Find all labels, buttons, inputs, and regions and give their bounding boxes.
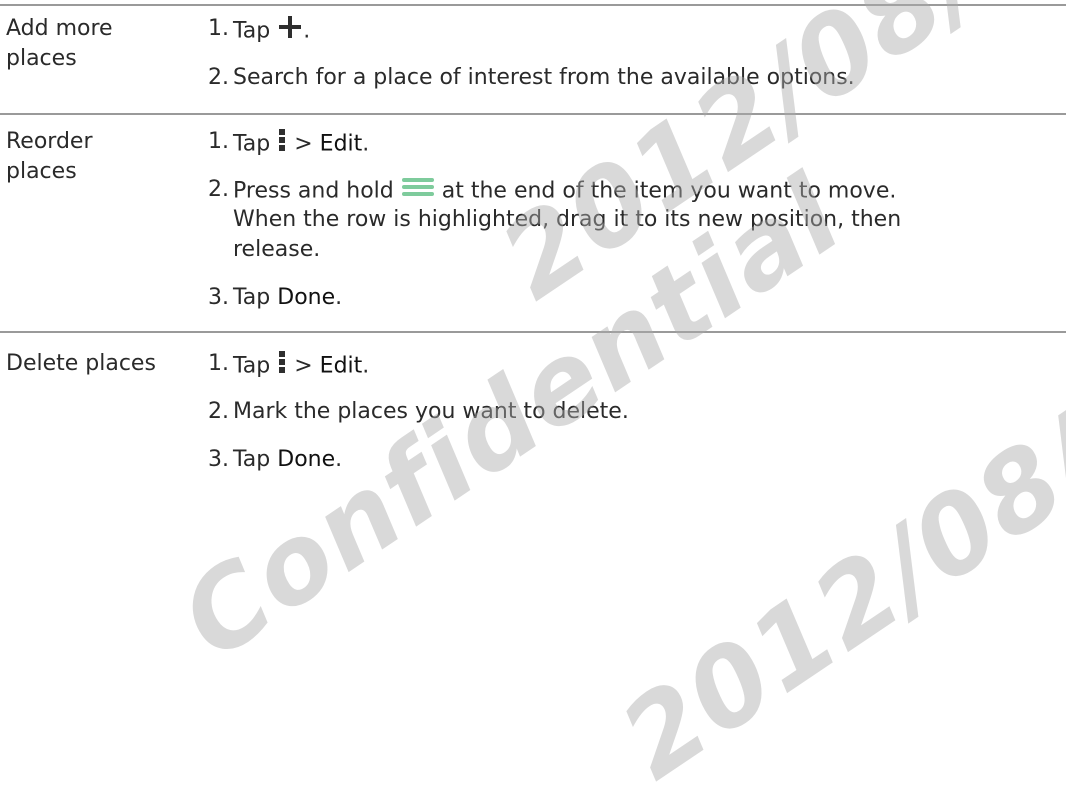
step-text-part: Tap: [233, 447, 278, 472]
step-number: 3.: [208, 447, 229, 472]
step-text-part: .: [362, 353, 370, 379]
step-text: Mark the places you want to delete.: [233, 399, 629, 424]
done-label: Done: [277, 285, 336, 310]
drag-handle-icon: [401, 175, 435, 208]
step-text-part: Tap: [233, 353, 278, 379]
step-text-part: Tap: [233, 131, 278, 157]
task-reorder-places: Reorder places: [6, 129, 93, 184]
step-text-part: >: [287, 353, 320, 379]
step-number: 3.: [208, 285, 229, 310]
step-text: Tap Done.: [233, 283, 1063, 313]
done-label: Done: [277, 447, 336, 472]
step-text-part: >: [287, 131, 320, 157]
plus-icon: [277, 14, 303, 49]
row-divider: [0, 113, 1066, 115]
task-delete-places: Delete places: [6, 351, 156, 376]
step-text-continued: When the row is highlighted, drag it to …: [233, 207, 902, 232]
step-number: 1.: [208, 16, 229, 41]
step-text: Tap > Edit.: [233, 349, 1063, 384]
step-text-part: Tap: [233, 18, 278, 44]
menu-dots-icon: [277, 127, 287, 162]
edit-label: Edit: [319, 353, 363, 379]
help-document: Add more places 1. Tap . 2. Search for a…: [0, 0, 1066, 804]
step-text: Press and hold at the end of the item yo…: [233, 175, 1063, 208]
step-number: 2.: [208, 177, 229, 202]
step-number: 2.: [208, 399, 229, 424]
step-text: Tap Done.: [233, 445, 1063, 475]
menu-dots-icon: [277, 349, 287, 384]
step-text-continued: release.: [233, 237, 321, 262]
step-text-part: .: [362, 131, 370, 157]
row-divider: [0, 331, 1066, 333]
step-number: 1.: [208, 351, 229, 376]
step-text: Tap .: [233, 14, 1063, 49]
step-text: Tap > Edit.: [233, 127, 1063, 162]
task-add-more-places: Add more places: [6, 16, 113, 71]
step-text-part: .: [335, 447, 343, 472]
step-text: Search for a place of interest from the …: [233, 65, 855, 90]
step-text-part: Tap: [233, 285, 278, 310]
step-text-part: .: [335, 285, 343, 310]
step-number: 2.: [208, 65, 229, 90]
step-text-part: Press and hold: [233, 178, 401, 204]
edit-label: Edit: [319, 131, 363, 157]
step-text-part: at the end of the item you want to move.: [434, 178, 897, 204]
step-number: 1.: [208, 129, 229, 154]
table-top-rule: [0, 4, 1066, 6]
step-text-part: .: [303, 18, 311, 44]
